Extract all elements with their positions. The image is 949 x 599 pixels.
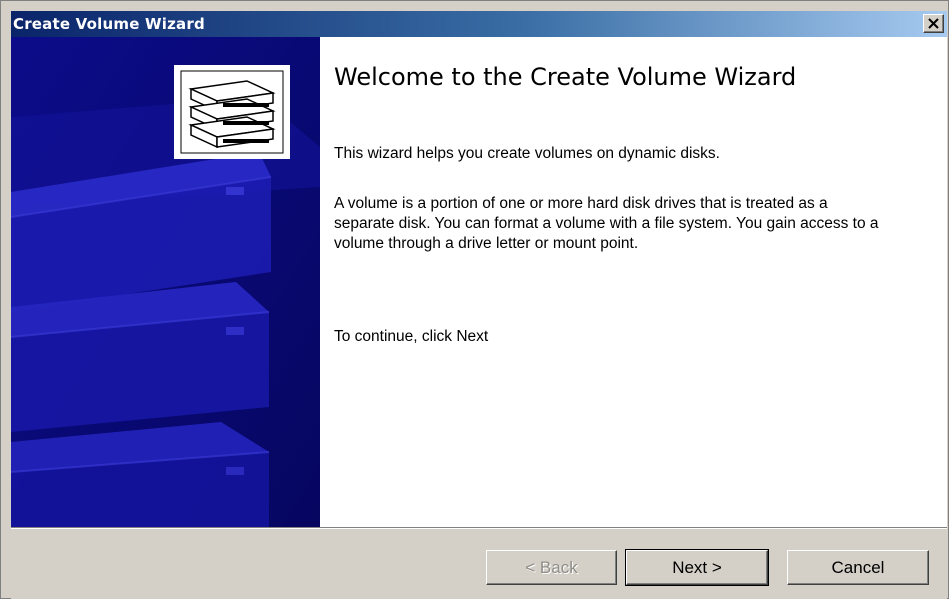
wizard-window: Create Volume Wizard Welcome to the Crea… — [0, 0, 949, 599]
window-title: Create Volume Wizard — [13, 15, 205, 33]
server-stack-icon — [174, 65, 290, 159]
intro-text: This wizard helps you create volumes on … — [334, 145, 720, 162]
wizard-content-panel — [320, 37, 947, 527]
description-text: A volume is a portion of one or more har… — [334, 195, 879, 252]
back-button[interactable]: < Back — [486, 550, 617, 585]
title-bar[interactable]: Create Volume Wizard — [11, 11, 947, 37]
cancel-button[interactable]: Cancel — [787, 550, 929, 585]
wizard-banner — [11, 37, 320, 527]
wizard-heading: Welcome to the Create Volume Wizard — [334, 63, 797, 91]
continue-hint: To continue, click Next — [334, 328, 489, 345]
banner-disk-drives-art — [11, 37, 320, 527]
close-button[interactable] — [923, 14, 944, 33]
close-icon — [928, 18, 939, 29]
next-button[interactable]: Next > — [625, 549, 769, 586]
